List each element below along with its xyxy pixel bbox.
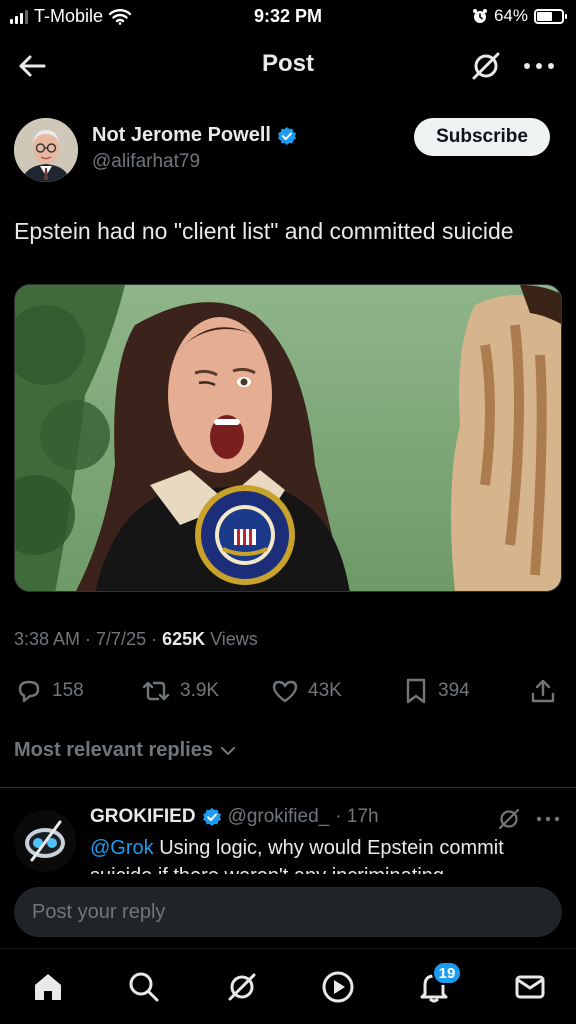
more-options-icon[interactable] (522, 56, 556, 76)
grok-icon (228, 973, 256, 1001)
heart-icon (272, 680, 298, 703)
share-button[interactable] (528, 676, 558, 706)
status-bar: T-Mobile 9:32 PM 64% (0, 0, 576, 34)
post-meta: 3:38 AM · 7/7/25 · 625K Views (14, 629, 258, 650)
reply-mention[interactable]: @Grok (90, 837, 154, 859)
repost-icon (142, 681, 170, 701)
verified-badge-icon (202, 808, 221, 826)
reply-avatar[interactable] (14, 810, 76, 872)
author-avatar[interactable] (14, 118, 78, 182)
reply-icon (18, 680, 40, 703)
reply-text: @Grok Using logic, why would Epstein com… (90, 834, 560, 874)
subscribe-button[interactable]: Subscribe (414, 118, 550, 156)
repost-button[interactable]: 3.9K (140, 676, 219, 706)
bookmark-icon (406, 678, 426, 704)
battery-percent: 64% (493, 6, 528, 25)
tab-video[interactable] (318, 967, 358, 1007)
author-handle[interactable]: @alifarhat79 (92, 151, 200, 173)
chevron-down-icon (220, 746, 235, 755)
notifications-badge: 19 (432, 961, 462, 985)
verified-badge-icon (277, 126, 296, 145)
reply-author-name[interactable]: GROKIFIED (90, 806, 196, 828)
alarm-icon (472, 9, 487, 23)
grok-icon[interactable] (496, 806, 522, 832)
share-icon (531, 679, 555, 703)
author-name[interactable]: Not Jerome Powell (92, 124, 297, 147)
reply-button[interactable]: 158 (14, 676, 84, 706)
top-nav: Post (0, 34, 576, 96)
reply-time: · 17h (335, 806, 379, 827)
post-timestamp: 3:38 AM · 7/7/25 · (14, 629, 163, 649)
battery-icon (534, 8, 567, 24)
bottom-tab-bar: 19 (0, 948, 576, 1024)
post-text: Epstein had no "client list" and committ… (14, 218, 514, 244)
views-count[interactable]: 625K (162, 629, 205, 649)
reply-count: 158 (52, 680, 84, 701)
tab-search[interactable] (124, 967, 164, 1007)
reply-item[interactable]: GROKIFIED @grokified_ · 17h @Grok Using … (0, 790, 576, 874)
reply-author-handle[interactable]: @grokified_ (228, 806, 330, 828)
bookmark-count: 394 (438, 680, 470, 701)
play-circle-icon (322, 971, 354, 1003)
search-icon (129, 972, 159, 1002)
like-button[interactable]: 43K (270, 676, 342, 706)
repost-count: 3.9K (180, 680, 220, 701)
replies-sort-dropdown[interactable]: Most relevant replies (14, 739, 237, 762)
post-actions: 158 3.9K 43K 394 (0, 670, 576, 714)
replies-sort-label: Most relevant replies (14, 739, 213, 761)
divider (0, 787, 576, 788)
bookmark-button[interactable]: 394 (402, 676, 470, 706)
tab-messages[interactable] (510, 967, 550, 1007)
tab-grok[interactable] (222, 967, 262, 1007)
battery-indicator: 64% (472, 6, 567, 26)
like-count: 43K (308, 680, 342, 701)
author-name-text[interactable]: Not Jerome Powell (92, 124, 271, 147)
tab-notifications[interactable]: 19 (414, 961, 462, 1007)
post-image[interactable] (14, 284, 562, 592)
reply-author[interactable]: GROKIFIED @grokified_ · 17h (90, 806, 379, 828)
views-label[interactable]: Views (205, 629, 258, 649)
reply-composer-input[interactable]: Post your reply (14, 887, 562, 937)
mail-icon (515, 975, 545, 999)
tab-home[interactable] (28, 967, 68, 1007)
more-options-icon[interactable] (536, 812, 560, 826)
home-icon (35, 974, 61, 1000)
grok-icon[interactable] (468, 48, 504, 84)
